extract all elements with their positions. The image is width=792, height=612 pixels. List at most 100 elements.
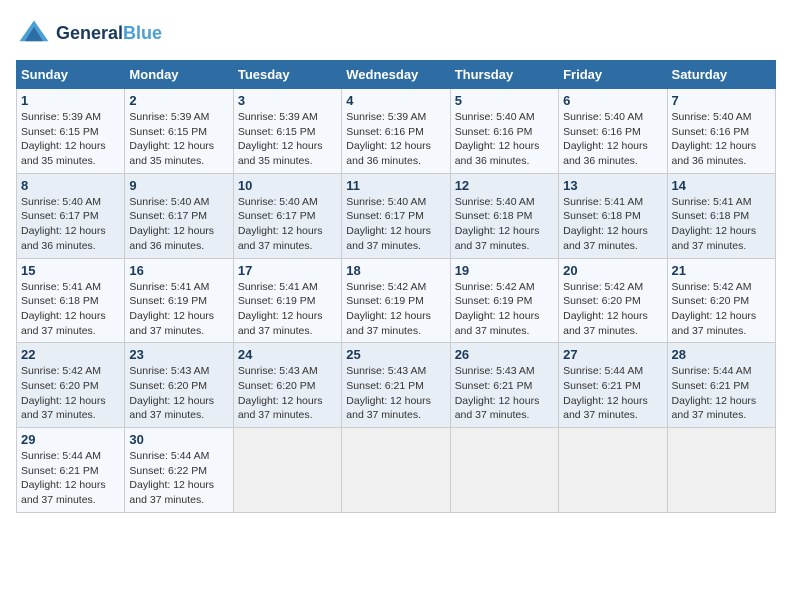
calendar-cell: 7 Sunrise: 5:40 AM Sunset: 6:16 PM Dayli… [667, 89, 775, 174]
header-tuesday: Tuesday [233, 61, 341, 89]
calendar-cell: 15 Sunrise: 5:41 AM Sunset: 6:18 PM Dayl… [17, 258, 125, 343]
calendar-cell: 3 Sunrise: 5:39 AM Sunset: 6:15 PM Dayli… [233, 89, 341, 174]
calendar-week-3: 15 Sunrise: 5:41 AM Sunset: 6:18 PM Dayl… [17, 258, 776, 343]
day-detail: Sunrise: 5:40 AM Sunset: 6:16 PM Dayligh… [563, 110, 662, 169]
header-sunday: Sunday [17, 61, 125, 89]
calendar-cell: 23 Sunrise: 5:43 AM Sunset: 6:20 PM Dayl… [125, 343, 233, 428]
calendar-cell [450, 428, 558, 513]
calendar-cell: 21 Sunrise: 5:42 AM Sunset: 6:20 PM Dayl… [667, 258, 775, 343]
calendar-cell: 19 Sunrise: 5:42 AM Sunset: 6:19 PM Dayl… [450, 258, 558, 343]
day-number: 3 [238, 93, 337, 108]
day-detail: Sunrise: 5:40 AM Sunset: 6:16 PM Dayligh… [672, 110, 771, 169]
calendar-cell: 20 Sunrise: 5:42 AM Sunset: 6:20 PM Dayl… [559, 258, 667, 343]
calendar-week-5: 29 Sunrise: 5:44 AM Sunset: 6:21 PM Dayl… [17, 428, 776, 513]
calendar-cell: 17 Sunrise: 5:41 AM Sunset: 6:19 PM Dayl… [233, 258, 341, 343]
calendar-cell: 13 Sunrise: 5:41 AM Sunset: 6:18 PM Dayl… [559, 173, 667, 258]
day-number: 27 [563, 347, 662, 362]
day-detail: Sunrise: 5:43 AM Sunset: 6:20 PM Dayligh… [238, 364, 337, 423]
day-detail: Sunrise: 5:40 AM Sunset: 6:18 PM Dayligh… [455, 195, 554, 254]
day-number: 12 [455, 178, 554, 193]
calendar-cell: 27 Sunrise: 5:44 AM Sunset: 6:21 PM Dayl… [559, 343, 667, 428]
day-detail: Sunrise: 5:40 AM Sunset: 6:17 PM Dayligh… [238, 195, 337, 254]
day-number: 24 [238, 347, 337, 362]
calendar-cell [233, 428, 341, 513]
calendar-cell: 5 Sunrise: 5:40 AM Sunset: 6:16 PM Dayli… [450, 89, 558, 174]
logo-icon [16, 16, 52, 52]
day-detail: Sunrise: 5:41 AM Sunset: 6:19 PM Dayligh… [238, 280, 337, 339]
calendar-cell: 22 Sunrise: 5:42 AM Sunset: 6:20 PM Dayl… [17, 343, 125, 428]
day-detail: Sunrise: 5:41 AM Sunset: 6:18 PM Dayligh… [563, 195, 662, 254]
calendar-header: SundayMondayTuesdayWednesdayThursdayFrid… [17, 61, 776, 89]
calendar-body: 1 Sunrise: 5:39 AM Sunset: 6:15 PM Dayli… [17, 89, 776, 513]
day-number: 20 [563, 263, 662, 278]
day-detail: Sunrise: 5:43 AM Sunset: 6:21 PM Dayligh… [346, 364, 445, 423]
day-detail: Sunrise: 5:41 AM Sunset: 6:19 PM Dayligh… [129, 280, 228, 339]
day-number: 9 [129, 178, 228, 193]
calendar-cell: 9 Sunrise: 5:40 AM Sunset: 6:17 PM Dayli… [125, 173, 233, 258]
day-number: 17 [238, 263, 337, 278]
day-detail: Sunrise: 5:39 AM Sunset: 6:15 PM Dayligh… [21, 110, 120, 169]
calendar-cell [667, 428, 775, 513]
day-number: 6 [563, 93, 662, 108]
day-number: 11 [346, 178, 445, 193]
day-detail: Sunrise: 5:42 AM Sunset: 6:20 PM Dayligh… [21, 364, 120, 423]
header-friday: Friday [559, 61, 667, 89]
day-detail: Sunrise: 5:41 AM Sunset: 6:18 PM Dayligh… [21, 280, 120, 339]
day-detail: Sunrise: 5:40 AM Sunset: 6:17 PM Dayligh… [129, 195, 228, 254]
calendar-cell: 11 Sunrise: 5:40 AM Sunset: 6:17 PM Dayl… [342, 173, 450, 258]
day-detail: Sunrise: 5:42 AM Sunset: 6:20 PM Dayligh… [672, 280, 771, 339]
day-number: 22 [21, 347, 120, 362]
day-number: 26 [455, 347, 554, 362]
day-detail: Sunrise: 5:40 AM Sunset: 6:17 PM Dayligh… [346, 195, 445, 254]
day-detail: Sunrise: 5:43 AM Sunset: 6:20 PM Dayligh… [129, 364, 228, 423]
header-monday: Monday [125, 61, 233, 89]
day-number: 14 [672, 178, 771, 193]
day-number: 4 [346, 93, 445, 108]
day-number: 10 [238, 178, 337, 193]
calendar-week-2: 8 Sunrise: 5:40 AM Sunset: 6:17 PM Dayli… [17, 173, 776, 258]
day-number: 29 [21, 432, 120, 447]
day-number: 21 [672, 263, 771, 278]
calendar-cell: 6 Sunrise: 5:40 AM Sunset: 6:16 PM Dayli… [559, 89, 667, 174]
day-number: 2 [129, 93, 228, 108]
day-number: 15 [21, 263, 120, 278]
day-detail: Sunrise: 5:41 AM Sunset: 6:18 PM Dayligh… [672, 195, 771, 254]
day-number: 8 [21, 178, 120, 193]
calendar-cell: 12 Sunrise: 5:40 AM Sunset: 6:18 PM Dayl… [450, 173, 558, 258]
calendar-cell: 30 Sunrise: 5:44 AM Sunset: 6:22 PM Dayl… [125, 428, 233, 513]
calendar-week-1: 1 Sunrise: 5:39 AM Sunset: 6:15 PM Dayli… [17, 89, 776, 174]
calendar-cell: 8 Sunrise: 5:40 AM Sunset: 6:17 PM Dayli… [17, 173, 125, 258]
calendar-cell [559, 428, 667, 513]
calendar-cell: 2 Sunrise: 5:39 AM Sunset: 6:15 PM Dayli… [125, 89, 233, 174]
day-detail: Sunrise: 5:44 AM Sunset: 6:21 PM Dayligh… [563, 364, 662, 423]
day-number: 5 [455, 93, 554, 108]
header-thursday: Thursday [450, 61, 558, 89]
calendar-cell: 4 Sunrise: 5:39 AM Sunset: 6:16 PM Dayli… [342, 89, 450, 174]
calendar-cell [342, 428, 450, 513]
day-detail: Sunrise: 5:42 AM Sunset: 6:19 PM Dayligh… [346, 280, 445, 339]
day-number: 23 [129, 347, 228, 362]
logo-text: GeneralBlue [56, 24, 162, 44]
day-detail: Sunrise: 5:42 AM Sunset: 6:20 PM Dayligh… [563, 280, 662, 339]
calendar-week-4: 22 Sunrise: 5:42 AM Sunset: 6:20 PM Dayl… [17, 343, 776, 428]
day-number: 1 [21, 93, 120, 108]
calendar-cell: 14 Sunrise: 5:41 AM Sunset: 6:18 PM Dayl… [667, 173, 775, 258]
header-wednesday: Wednesday [342, 61, 450, 89]
calendar-cell: 29 Sunrise: 5:44 AM Sunset: 6:21 PM Dayl… [17, 428, 125, 513]
calendar-cell: 10 Sunrise: 5:40 AM Sunset: 6:17 PM Dayl… [233, 173, 341, 258]
calendar-cell: 18 Sunrise: 5:42 AM Sunset: 6:19 PM Dayl… [342, 258, 450, 343]
day-number: 7 [672, 93, 771, 108]
day-detail: Sunrise: 5:43 AM Sunset: 6:21 PM Dayligh… [455, 364, 554, 423]
day-detail: Sunrise: 5:42 AM Sunset: 6:19 PM Dayligh… [455, 280, 554, 339]
calendar-cell: 28 Sunrise: 5:44 AM Sunset: 6:21 PM Dayl… [667, 343, 775, 428]
day-detail: Sunrise: 5:39 AM Sunset: 6:16 PM Dayligh… [346, 110, 445, 169]
day-number: 25 [346, 347, 445, 362]
calendar-table: SundayMondayTuesdayWednesdayThursdayFrid… [16, 60, 776, 513]
logo: GeneralBlue [16, 16, 162, 52]
calendar-cell: 24 Sunrise: 5:43 AM Sunset: 6:20 PM Dayl… [233, 343, 341, 428]
day-number: 13 [563, 178, 662, 193]
day-number: 28 [672, 347, 771, 362]
day-detail: Sunrise: 5:39 AM Sunset: 6:15 PM Dayligh… [129, 110, 228, 169]
page-header: GeneralBlue [16, 16, 776, 52]
day-number: 19 [455, 263, 554, 278]
